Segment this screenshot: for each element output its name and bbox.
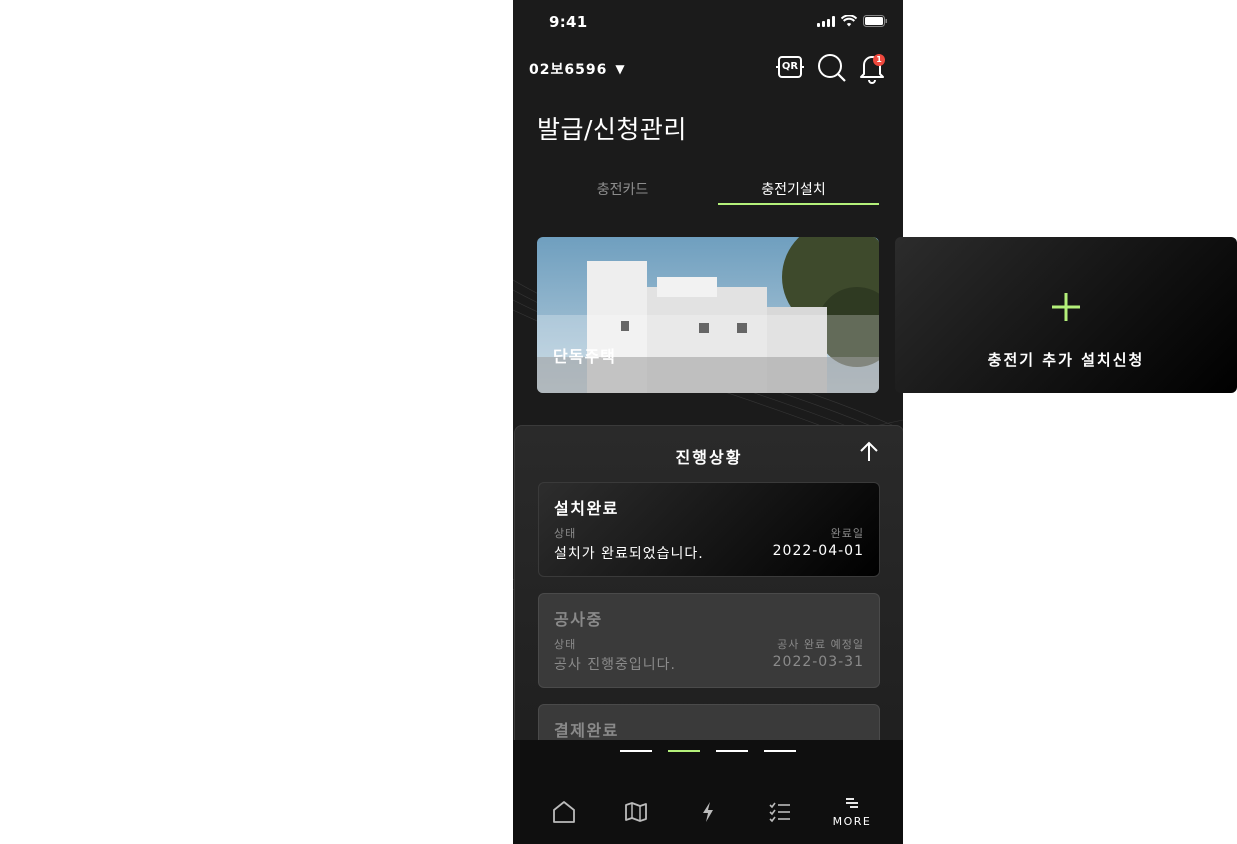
page-dot	[764, 750, 796, 752]
status-label: 상태	[554, 638, 577, 651]
date-label: 공사 완료 예정일	[777, 638, 864, 651]
page-dot	[716, 750, 748, 752]
detached-house-card[interactable]: 단독주택	[537, 237, 879, 393]
search-icon	[818, 54, 846, 82]
status-value: 공사 진행중입니다.	[554, 657, 676, 673]
step-title: 공사중	[554, 610, 603, 629]
nav-charge[interactable]	[673, 792, 743, 832]
date-value: 2022-04-01	[772, 543, 864, 559]
step-title: 설치완료	[554, 499, 619, 518]
top-bar: 02보6596 ▼ QR 1	[513, 50, 903, 86]
step-card-installed[interactable]: 설치완료 상태 완료일 설치가 완료되었습니다. 2022-04-01	[538, 482, 880, 577]
house-card-label: 단독주택	[553, 347, 616, 366]
collapse-button[interactable]	[859, 441, 879, 467]
page-dot-active	[668, 750, 700, 752]
nav-home[interactable]	[529, 792, 599, 832]
plus-icon	[895, 291, 1237, 327]
search-button[interactable]	[817, 52, 847, 84]
home-icon	[553, 801, 575, 823]
step-title: 결제완료	[554, 721, 619, 740]
vehicle-selector[interactable]: 02보6596 ▼	[529, 59, 625, 79]
add-charger-card[interactable]: 충전기 추가 설치신청	[895, 237, 1237, 393]
nav-checklist[interactable]	[745, 792, 815, 832]
checklist-icon	[769, 802, 790, 823]
nav-more[interactable]: MORE	[817, 792, 887, 832]
notification-button[interactable]: 1	[857, 52, 887, 84]
wifi-icon	[841, 15, 857, 27]
page-title: 발급/신청관리	[537, 115, 687, 144]
lightning-icon	[703, 802, 713, 822]
date-value: 2022-03-31	[772, 654, 864, 670]
header-actions: QR 1	[776, 52, 887, 84]
tab-charger-install[interactable]: 충전기설치	[708, 170, 879, 206]
qr-button[interactable]: QR	[776, 52, 807, 84]
map-icon	[625, 802, 647, 822]
progress-title: 진행상황	[675, 448, 743, 467]
qr-icon: QR	[776, 56, 804, 78]
battery-icon	[863, 15, 887, 27]
page-dot	[620, 750, 652, 752]
signal-icon	[817, 15, 835, 27]
bottom-navigation: MORE	[513, 740, 903, 844]
status-value: 설치가 완료되었습니다.	[554, 546, 704, 562]
add-charger-label: 충전기 추가 설치신청	[987, 351, 1145, 369]
caret-down-icon: ▼	[615, 62, 625, 76]
tab-charging-card[interactable]: 충전카드	[537, 170, 708, 206]
status-label: 상태	[554, 527, 577, 540]
tab-bar: 충전카드 충전기설치	[537, 170, 879, 206]
status-icons	[817, 15, 887, 27]
vehicle-number: 02보6596	[529, 62, 608, 78]
progress-panel: 진행상황 설치완료 상태 완료일 설치가 완료되었습니다. 2022-04-01…	[514, 425, 903, 757]
page-indicator	[620, 750, 796, 752]
more-icon	[846, 797, 858, 808]
more-label: MORE	[832, 814, 872, 828]
date-label: 완료일	[830, 527, 864, 540]
status-bar: 9:41	[513, 0, 903, 44]
notification-badge: 1	[873, 54, 885, 66]
phone-screen: 9:41 02보6596 ▼ QR 1 발급/신청관리 충전카드 충전기설치 단…	[513, 0, 903, 844]
house-photo	[537, 237, 879, 393]
arrow-up-icon	[860, 441, 878, 461]
nav-map[interactable]	[601, 792, 671, 832]
status-time: 9:41	[549, 13, 588, 31]
step-card-construction[interactable]: 공사중 상태 공사 완료 예정일 공사 진행중입니다. 2022-03-31	[538, 593, 880, 688]
